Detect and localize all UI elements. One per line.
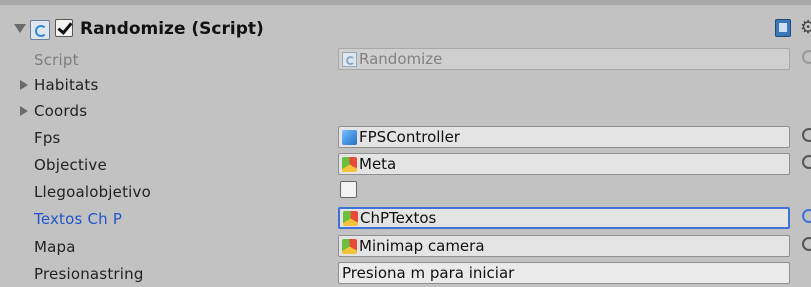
model-cube-icon [343, 210, 358, 226]
mapa-label: Mapa [34, 238, 76, 256]
row-llegoalobjetivo: Llegoalobjetivo [0, 179, 811, 205]
object-picker-icon[interactable] [802, 155, 811, 169]
coords-label[interactable]: Coords [34, 102, 87, 120]
habitats-label[interactable]: Habitats [34, 76, 99, 94]
presionastring-label: Presionastring [34, 265, 144, 283]
settings-gear-icon[interactable]: ⚙ [800, 18, 811, 38]
textos-label: Textos Ch P [34, 210, 123, 228]
component-enabled-checkbox[interactable] [55, 19, 73, 37]
mapa-value: Minimap camera [359, 237, 485, 255]
model-cube-icon [342, 238, 357, 254]
objective-field[interactable]: Meta [338, 153, 790, 175]
objective-label: Objective [34, 156, 107, 174]
object-picker-icon[interactable] [802, 237, 811, 251]
script-icon [342, 51, 357, 67]
script-label: Script [34, 51, 79, 69]
help-book-icon[interactable] [775, 19, 791, 37]
row-fps: Fps FPSController [0, 125, 811, 151]
objective-value: Meta [359, 155, 397, 173]
row-script: Script Randomize [0, 47, 811, 73]
expand-arrow-icon[interactable] [20, 106, 28, 116]
model-cube-icon [342, 156, 357, 172]
row-objective: Objective Meta [0, 152, 811, 178]
fold-arrow-icon[interactable] [14, 24, 26, 33]
row-habitats[interactable]: Habitats [0, 72, 811, 98]
object-picker-icon[interactable] [802, 209, 811, 223]
script-value: Randomize [359, 50, 443, 68]
object-picker-icon[interactable] [802, 128, 811, 142]
fps-label: Fps [34, 129, 61, 147]
prefab-blue-cube-icon [342, 129, 357, 145]
llegoalobjetivo-checkbox[interactable] [340, 181, 357, 198]
fps-field[interactable]: FPSController [338, 126, 790, 148]
row-coords[interactable]: Coords [0, 98, 811, 124]
expand-arrow-icon[interactable] [20, 80, 28, 90]
object-picker-icon [802, 50, 811, 64]
component-header: Randomize (Script) ⚙ [0, 8, 811, 52]
row-mapa: Mapa Minimap camera [0, 234, 811, 260]
fps-value: FPSController [359, 128, 460, 146]
script-field: Randomize [338, 48, 790, 70]
presionastring-input[interactable]: Presiona m para iniciar [338, 262, 790, 284]
textos-value: ChPTextos [360, 209, 437, 227]
mapa-field[interactable]: Minimap camera [338, 235, 790, 257]
llegoalobjetivo-label: Llegoalobjetivo [34, 183, 152, 201]
component-title: Randomize (Script) [80, 19, 264, 39]
row-presionastring: Presionastring Presiona m para iniciar [0, 261, 811, 287]
presionastring-value: Presiona m para iniciar [342, 264, 515, 282]
row-textos: Textos Ch P ChPTextos [0, 206, 811, 232]
script-icon [30, 20, 50, 40]
top-divider [0, 0, 811, 5]
textos-field[interactable]: ChPTextos [338, 207, 790, 229]
